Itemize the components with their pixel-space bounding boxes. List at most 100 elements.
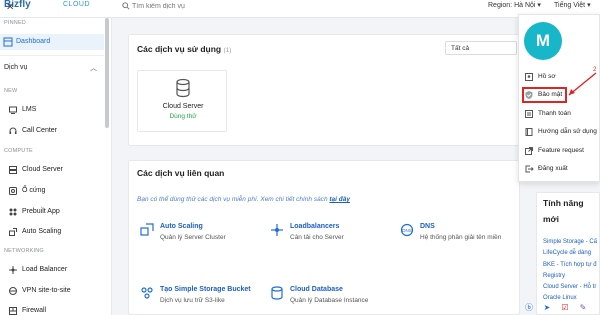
service-filter-select[interactable]: Tất cả: [445, 41, 517, 55]
related-item-title: Loadbalancers: [290, 223, 340, 230]
language-selector[interactable]: Tiếng Việt ▾: [554, 1, 591, 9]
close-icon[interactable]: ✕: [6, 2, 14, 13]
menu-item-label: Thanh toán: [538, 110, 571, 117]
related-item-title: DNS: [420, 223, 435, 230]
related-item-dns[interactable]: DNS DNS Hệ thống phân giải tên miền: [400, 223, 520, 253]
sidebar-item-label: Firewall: [22, 307, 47, 314]
related-item-title: Tạo Simple Storage Bucket: [160, 286, 251, 293]
book-icon: [525, 128, 533, 136]
annotation-number: 2: [593, 67, 597, 73]
trial-hint-text: Bạn có thể dùng thử các dịch vụ miễn phí…: [137, 196, 330, 203]
services-group-header[interactable]: Dịch vụ: [4, 64, 27, 71]
avatar[interactable]: M: [524, 22, 562, 60]
search-icon: [122, 2, 130, 10]
menu-item-label: Hướng dẫn sử dụng: [538, 128, 597, 135]
vpn-icon: [9, 287, 17, 295]
related-item-desc: Quản lý Server Cluster: [160, 234, 226, 241]
sidebar-scrollbar[interactable]: [105, 18, 109, 128]
external-link-icon: [525, 147, 533, 155]
related-item-cloud-database[interactable]: Cloud Database Quản lý Database Instance: [270, 286, 390, 315]
annotation-arrow-icon: [568, 72, 597, 96]
used-services-title-text: Các dịch vụ sử dụng: [137, 44, 222, 54]
related-item-auto-scaling[interactable]: Auto Scaling Quản lý Server Cluster: [140, 223, 260, 253]
sidebar-item-dashboard[interactable]: Dashboard: [0, 34, 104, 50]
feature-link[interactable]: LifeCycle dễ dàng: [543, 250, 591, 256]
profile-icon: [525, 73, 533, 81]
sidebar-item-label: Dashboard: [16, 38, 51, 45]
search-input[interactable]: [132, 0, 312, 12]
feature-link[interactable]: Oracle Linux: [543, 295, 577, 301]
billing-icon: [525, 110, 533, 118]
sidebar: ✕ PINNED Dashboard Dịch vụ ︿ NEW LMS Cal…: [0, 2, 112, 315]
search-box[interactable]: [120, 0, 320, 14]
sidebar-item-vpn[interactable]: VPN site-to-site: [0, 283, 104, 299]
headset-icon: [9, 127, 17, 134]
firewall-icon: [9, 307, 17, 315]
disk-icon: [9, 187, 17, 195]
apps-icon: [9, 208, 17, 216]
top-bar: Bizfly CLOUD Region: Hà Nội ▾ Tiếng Việt…: [0, 0, 600, 18]
load-balancer-icon: [9, 266, 17, 274]
logout-icon: [525, 165, 534, 173]
sidebar-item-label: Ổ cứng: [22, 187, 46, 194]
sidebar-item-call-center[interactable]: Call Center: [0, 123, 104, 139]
sidebar-item-label: Auto Scaling: [22, 228, 62, 235]
menu-item-guide[interactable]: Hướng dẫn sử dụng: [522, 125, 600, 139]
sidebar-item-label: VPN site-to-site: [22, 287, 71, 294]
cloud-server-service-card[interactable]: Cloud Server Dùng thử: [137, 70, 227, 132]
brand-suffix: CLOUD: [63, 1, 91, 8]
menu-item-billing[interactable]: Thanh toán: [522, 107, 600, 121]
sidebar-item-firewall[interactable]: Firewall: [0, 303, 104, 315]
menu-item-label: Feature request: [538, 147, 584, 154]
new-features-title: Tính năng mới: [543, 198, 584, 224]
sidebar-item-label: Prebuilt App: [22, 208, 60, 215]
service-status: Dùng thử: [169, 113, 197, 120]
info-icon[interactable]: ⓑ: [524, 303, 534, 313]
telegram-icon[interactable]: ➤: [542, 303, 552, 313]
menu-item-feature-request[interactable]: Feature request: [522, 144, 600, 158]
section-new: NEW: [4, 88, 18, 94]
feature-link[interactable]: Simple Storage - Cấ: [543, 239, 597, 245]
sidebar-item-label: Call Center: [22, 127, 58, 134]
sidebar-item-label: Load Balancer: [22, 266, 68, 273]
used-services-count: (1): [223, 47, 232, 54]
database-icon: [271, 286, 283, 300]
policy-link[interactable]: tại đây: [329, 196, 350, 203]
server-icon: [9, 166, 17, 174]
sidebar-item-prebuilt-app[interactable]: Prebuilt App: [0, 204, 104, 220]
lms-icon: [9, 106, 17, 114]
region-selector[interactable]: Region: Hà Nội ▾: [488, 1, 541, 9]
sidebar-item-cloud-server[interactable]: Cloud Server: [0, 162, 104, 178]
related-item-desc: Quản lý Database Instance: [290, 297, 369, 304]
menu-item-logout[interactable]: Đăng xuất: [522, 162, 600, 176]
load-balancer-icon: [271, 224, 283, 236]
feature-link[interactable]: Cloud Server - Hỗ tr: [543, 284, 596, 290]
bucket-icon: [141, 287, 153, 299]
sidebar-item-label: Cloud Server: [22, 166, 63, 173]
feature-link[interactable]: Registry: [543, 273, 565, 279]
related-item-simple-storage[interactable]: Tạo Simple Storage Bucket Dịch vụ lưu tr…: [140, 286, 260, 315]
sidebar-item-lms[interactable]: LMS: [0, 102, 104, 118]
service-name: Cloud Server: [162, 103, 204, 110]
section-compute: COMPUTE: [4, 148, 33, 154]
checklist-icon[interactable]: ☑: [560, 303, 570, 313]
related-item-loadbalancers[interactable]: Loadbalancers Cân tải cho Server: [270, 223, 390, 253]
related-item-title: Cloud Database: [290, 286, 343, 293]
feature-link[interactable]: BKE - Tích hợp tự đ: [543, 262, 597, 268]
bottom-toolbar: ⓑ ➤ ☑ ✎: [524, 302, 600, 315]
sidebar-item-auto-scaling[interactable]: Auto Scaling: [0, 224, 104, 240]
auto-scaling-icon: [140, 223, 154, 236]
sidebar-item-label: LMS: [22, 106, 37, 113]
related-item-desc: Cân tải cho Server: [290, 234, 344, 241]
menu-item-label: Đăng xuất: [538, 165, 568, 172]
sidebar-item-o-cung[interactable]: Ổ cứng: [0, 183, 104, 199]
divider: [0, 55, 104, 56]
related-item-desc: Dịch vụ lưu trữ S3-like: [160, 297, 225, 304]
trial-hint: Bạn có thể dùng thử các dịch vụ miễn phí…: [137, 196, 350, 203]
chevron-up-icon[interactable]: ︿: [90, 63, 97, 73]
used-services-title: Các dịch vụ sử dụng (1): [137, 44, 231, 54]
sidebar-item-load-balancer[interactable]: Load Balancer: [0, 262, 104, 278]
svg-text:DNS: DNS: [402, 228, 412, 233]
pencil-icon[interactable]: ✎: [578, 303, 588, 313]
related-item-title: Auto Scaling: [160, 223, 203, 230]
